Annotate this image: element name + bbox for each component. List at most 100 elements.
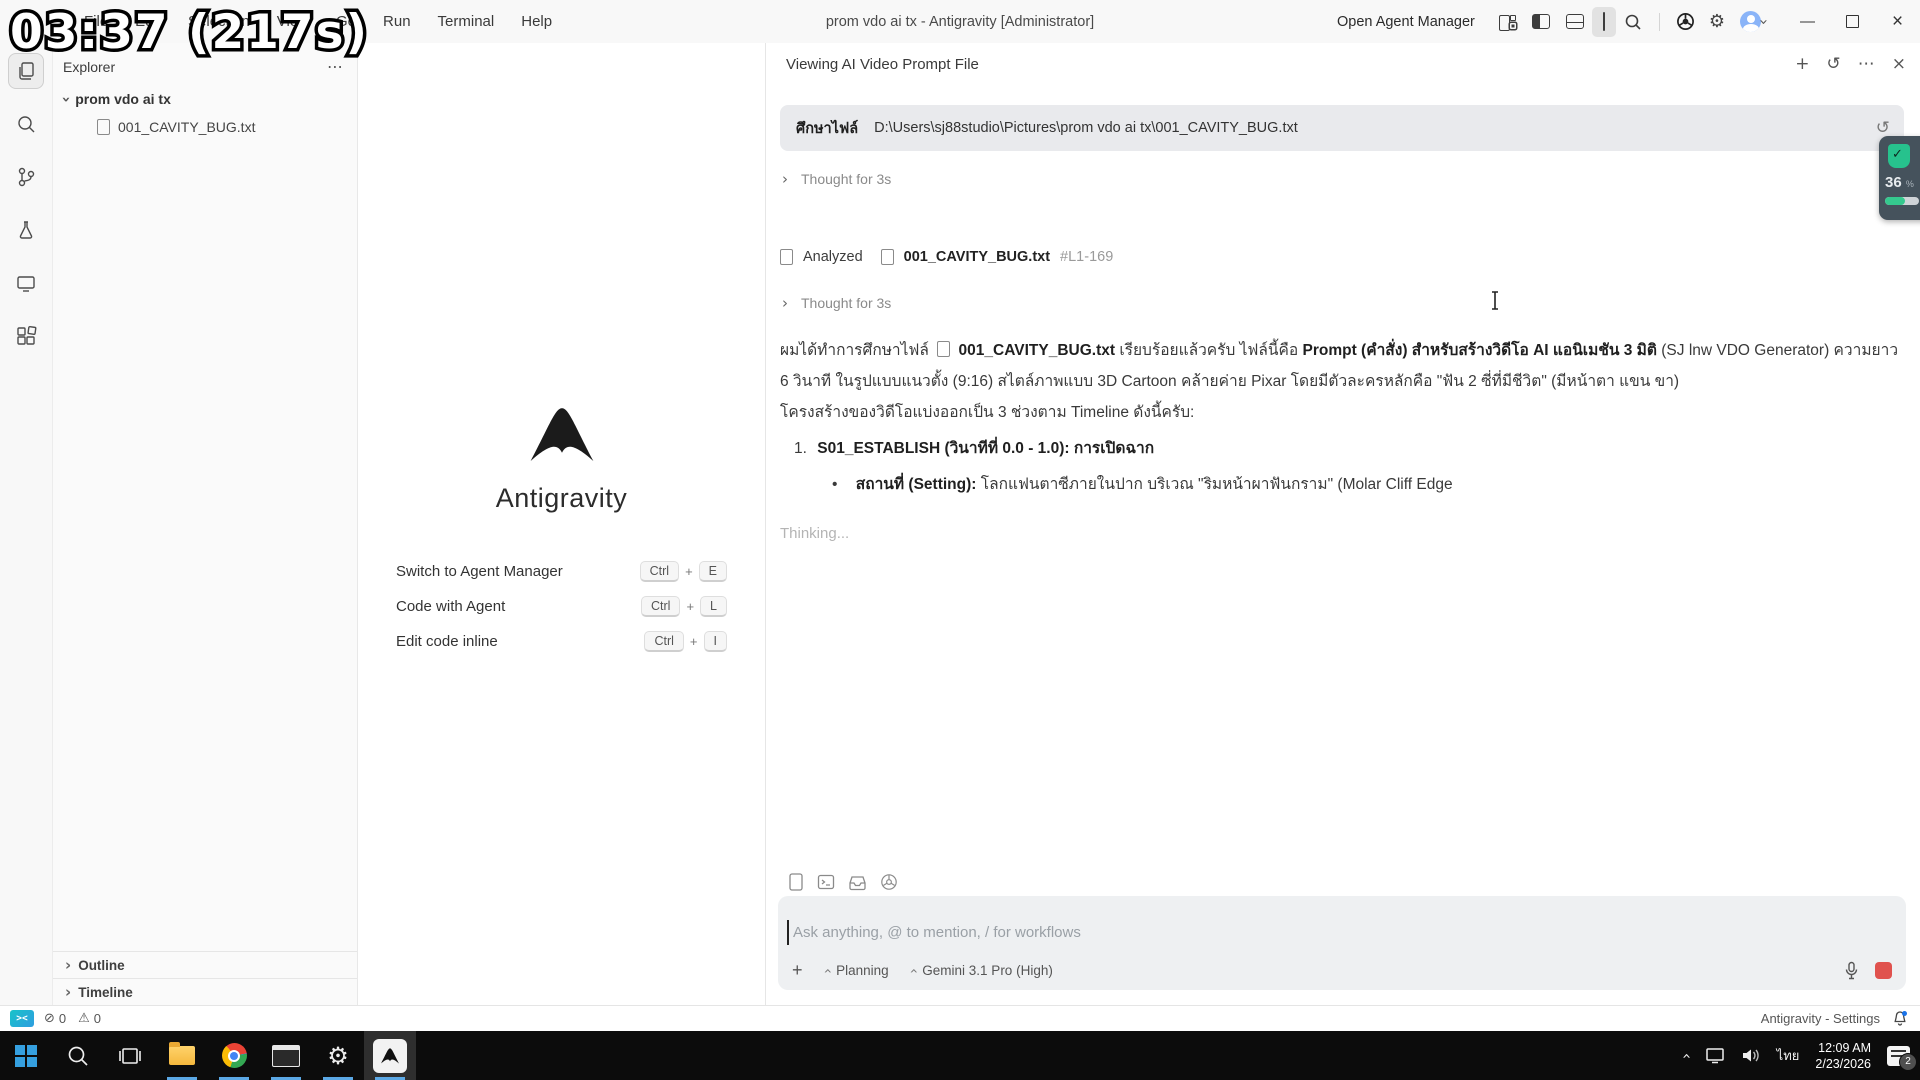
source-control-icon[interactable] [8, 159, 44, 195]
tree-root-folder[interactable]: › prom vdo ai tx [63, 91, 171, 107]
timeline-section[interactable]: › Timeline [53, 978, 357, 1006]
keycap: Ctrl [641, 596, 680, 617]
chevron-right-icon: › [65, 958, 71, 973]
new-chat-icon[interactable]: + [1795, 56, 1809, 73]
antigravity-taskbar-button[interactable] [364, 1031, 416, 1080]
text-cursor-pointer [1490, 291, 1500, 310]
stop-button[interactable] [1875, 962, 1892, 979]
response-bold: Prompt (คำสั่ง) สำหรับสร้างวิดีโอ AI แอน… [1303, 342, 1657, 359]
root-folder-label: prom vdo ai tx [75, 91, 171, 107]
volume-icon[interactable] [1741, 1047, 1761, 1064]
file-icon [937, 341, 950, 357]
input-right-controls [1844, 961, 1892, 980]
keycap: I [704, 631, 727, 652]
response-text: ผมได้ทำการศึกษาไฟล์ [780, 342, 929, 359]
chat-input-box[interactable]: Ask anything, @ to mention, / for workfl… [778, 896, 1906, 990]
file-context-icon[interactable] [788, 873, 804, 891]
chevron-right-icon: › [65, 985, 71, 1000]
antigravity-logo [520, 400, 604, 466]
response-bullet-item: • สถานที่ (Setting): โลกแฟนตาซีภายในปาก … [832, 469, 1902, 500]
app-window-button[interactable] [260, 1031, 312, 1080]
agent-panel-header: Viewing AI Video Prompt File + ↺ ⋯ × [766, 43, 1920, 85]
menu-go[interactable]: Go [336, 13, 356, 30]
history-icon[interactable]: ↺ [1827, 56, 1841, 73]
gear-icon[interactable]: ⚙ [1709, 11, 1725, 32]
thought-row-2[interactable]: › Thought for 3s [782, 295, 891, 311]
menu-selection[interactable]: Selection [188, 13, 250, 30]
shortcut-row: Edit code inline Ctrl + I [396, 631, 727, 652]
more-icon[interactable]: ⋯ [1858, 56, 1875, 73]
run-debug-icon[interactable] [8, 212, 44, 248]
agent-manager-icon[interactable] [1499, 14, 1516, 30]
tray-expand-icon[interactable]: › [1677, 1053, 1695, 1059]
toggle-left-panel-icon[interactable] [1532, 14, 1550, 29]
shortcut-keys: Ctrl + I [644, 631, 727, 652]
taskbar-clock[interactable]: 12:09 AM 2/23/2026 [1815, 1040, 1871, 1072]
taskbar-search-button[interactable] [52, 1031, 104, 1080]
mode-selector[interactable]: › Planning [825, 963, 889, 979]
input-controls: + › Planning › Gemini 3.1 Pro (High) [792, 960, 1892, 981]
outline-section[interactable]: › Outline [53, 951, 357, 979]
task-view-button[interactable] [104, 1031, 156, 1080]
close-button[interactable]: × [1875, 0, 1920, 43]
toggle-right-panel-button[interactable] [1592, 7, 1616, 37]
explorer-icon[interactable] [8, 53, 44, 89]
plus-separator: + [685, 564, 693, 579]
menu-view[interactable]: View [277, 13, 309, 30]
chevron-up-icon: › [905, 968, 921, 974]
thought-row-1[interactable]: › Thought for 3s [782, 171, 891, 187]
chevron-up-icon: › [819, 968, 835, 974]
shield-check-icon [1888, 144, 1910, 168]
start-button[interactable] [0, 1031, 52, 1080]
antivirus-widget[interactable]: 36 % [1879, 136, 1920, 220]
network-icon[interactable] [1705, 1047, 1725, 1064]
search-icon[interactable] [1624, 13, 1642, 31]
explorer-more-icon[interactable]: ⋯ [327, 57, 343, 77]
problems-errors[interactable]: ⊘ 0 [44, 1011, 66, 1026]
inbox-context-icon[interactable] [848, 874, 867, 891]
extensions-icon[interactable] [8, 318, 44, 354]
mic-icon[interactable] [1844, 961, 1859, 980]
remote-indicator-icon[interactable]: >< [10, 1010, 34, 1027]
file-explorer-button[interactable] [156, 1031, 208, 1080]
menu-run[interactable]: Run [383, 13, 411, 30]
menu-help[interactable]: Help [521, 13, 552, 30]
remote-devices-icon[interactable] [8, 265, 44, 301]
open-agent-manager-button[interactable]: Open Agent Manager [1337, 14, 1475, 30]
response-file-chip[interactable]: 001_CAVITY_BUG.txt [959, 342, 1115, 359]
chrome-button[interactable] [208, 1031, 260, 1080]
antigravity-tile [373, 1039, 407, 1073]
restore-button[interactable] [1830, 0, 1875, 43]
terminal-context-icon[interactable] [817, 873, 835, 891]
undo-icon[interactable]: ↺ [1876, 118, 1890, 138]
message-file-path: D:\Users\sj88studio\Pictures\prom vdo ai… [874, 120, 1876, 136]
browser-icon[interactable] [1676, 12, 1695, 31]
menu-file[interactable]: File [84, 13, 108, 30]
shortcut-label: Code with Agent [396, 598, 505, 615]
model-label: Gemini 3.1 Pro (High) [922, 963, 1053, 978]
search-sidebar-icon[interactable] [8, 106, 44, 142]
analyzed-file[interactable]: 001_CAVITY_BUG.txt [904, 249, 1050, 265]
widget-value: 36 [1885, 174, 1902, 191]
restore-icon [1846, 15, 1859, 28]
bell-icon[interactable] [1892, 1010, 1908, 1027]
text-caret [787, 920, 789, 945]
settings-status-item[interactable]: Antigravity - Settings [1761, 1011, 1880, 1026]
account-chevron-icon[interactable]: › [1755, 19, 1773, 25]
toggle-bottom-panel-icon[interactable] [1566, 14, 1584, 29]
model-selector[interactable]: › Gemini 3.1 Pro (High) [911, 963, 1053, 979]
add-context-icon[interactable]: + [792, 960, 803, 981]
menu-edit[interactable]: Edit [135, 13, 161, 30]
problems-warnings[interactable]: ⚠ 0 [78, 1011, 101, 1026]
tree-file-item[interactable]: 001_CAVITY_BUG.txt [97, 119, 255, 135]
response-text: โครงสร้างของวิดีโอแบ่งออกเป็น 3 ช่วงตาม … [780, 404, 1194, 421]
minimize-button[interactable]: — [1785, 0, 1830, 43]
menu-terminal[interactable]: Terminal [438, 13, 495, 30]
settings-button[interactable]: ⚙ [312, 1031, 364, 1080]
browser-context-icon[interactable] [880, 873, 898, 891]
close-panel-icon[interactable]: × [1892, 56, 1906, 73]
language-indicator[interactable]: ไทย [1777, 1045, 1800, 1066]
file-icon [780, 249, 793, 265]
keycap: L [700, 596, 727, 617]
notification-center-button[interactable]: 2 [1887, 1046, 1910, 1066]
